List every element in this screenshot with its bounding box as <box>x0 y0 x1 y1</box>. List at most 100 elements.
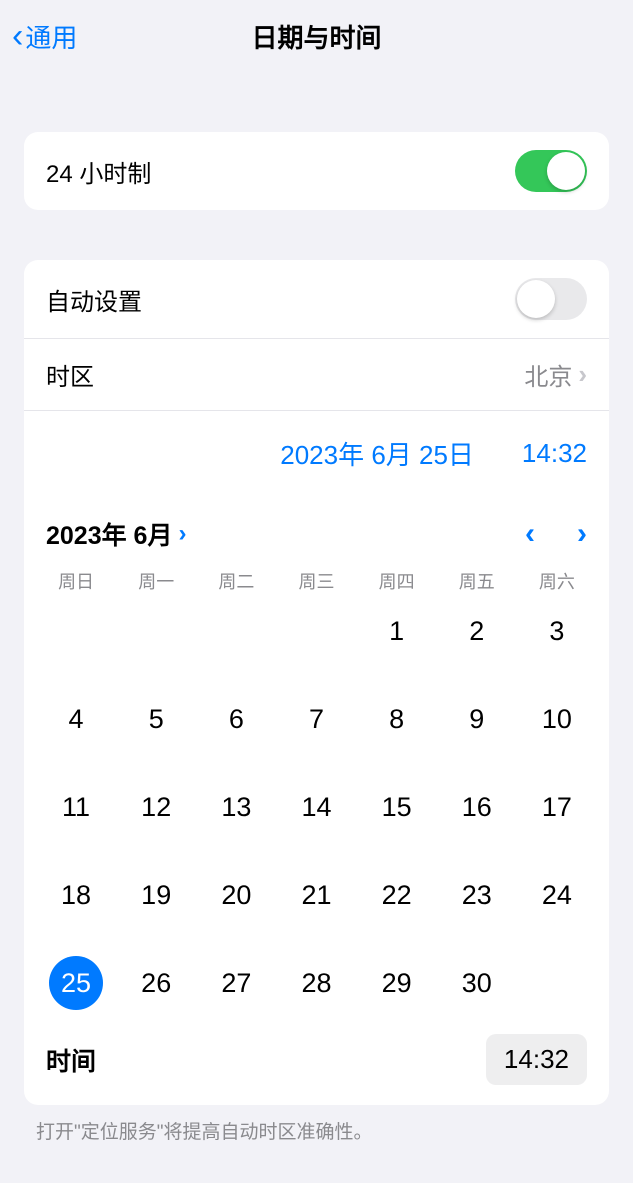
day-number: 9 <box>450 692 504 746</box>
day-number: 30 <box>450 956 504 1010</box>
day-25[interactable]: 25 <box>36 954 116 1012</box>
auto-set-label: 自动设置 <box>46 282 142 317</box>
day-number: 15 <box>370 780 424 834</box>
day-number: 27 <box>209 956 263 1010</box>
day-1[interactable]: 1 <box>357 602 437 660</box>
weekday-3: 周三 <box>276 568 356 594</box>
timezone-row[interactable]: 时区 北京 › <box>24 338 609 410</box>
day-26[interactable]: 26 <box>116 954 196 1012</box>
chevron-right-icon: › <box>178 520 186 548</box>
day-7[interactable]: 7 <box>276 690 356 748</box>
weekday-2: 周二 <box>196 568 276 594</box>
day-number: 6 <box>209 692 263 746</box>
day-number: 3 <box>530 604 584 658</box>
time-label: 时间 <box>46 1042 96 1078</box>
day-19[interactable]: 19 <box>116 866 196 924</box>
day-number: 13 <box>209 780 263 834</box>
empty-cell <box>276 602 356 660</box>
day-number: 5 <box>129 692 183 746</box>
twenty-four-hour-toggle[interactable] <box>515 150 587 192</box>
weekday-1: 周一 <box>116 568 196 594</box>
day-number: 26 <box>129 956 183 1010</box>
datetime-summary-row: 2023年 6月 25日 14:32 <box>24 410 609 496</box>
day-27[interactable]: 27 <box>196 954 276 1012</box>
weekday-6: 周六 <box>517 568 597 594</box>
day-number: 21 <box>289 868 343 922</box>
day-12[interactable]: 12 <box>116 778 196 836</box>
prev-month-button[interactable]: ‹ <box>525 517 535 551</box>
month-label: 2023年 6月 <box>46 516 172 552</box>
back-button[interactable]: ‹ 通用 <box>0 17 77 56</box>
time-picker[interactable]: 14:32 <box>486 1034 587 1085</box>
day-4[interactable]: 4 <box>36 690 116 748</box>
day-9[interactable]: 9 <box>437 690 517 748</box>
day-29[interactable]: 29 <box>357 954 437 1012</box>
chevron-right-icon: › <box>578 359 587 390</box>
weekday-5: 周五 <box>437 568 517 594</box>
day-number: 14 <box>289 780 343 834</box>
day-6[interactable]: 6 <box>196 690 276 748</box>
weekday-4: 周四 <box>357 568 437 594</box>
day-number: 19 <box>129 868 183 922</box>
day-number: 7 <box>289 692 343 746</box>
day-8[interactable]: 8 <box>357 690 437 748</box>
day-17[interactable]: 17 <box>517 778 597 836</box>
day-16[interactable]: 16 <box>437 778 517 836</box>
auto-set-toggle[interactable] <box>515 278 587 320</box>
day-23[interactable]: 23 <box>437 866 517 924</box>
empty-cell <box>196 602 276 660</box>
twenty-four-hour-row: 24 小时制 <box>24 132 609 210</box>
weekday-0: 周日 <box>36 568 116 594</box>
chevron-left-icon: ‹ <box>12 17 23 56</box>
day-number: 20 <box>209 868 263 922</box>
page-title: 日期与时间 <box>0 18 633 55</box>
selected-time[interactable]: 14:32 <box>522 438 587 469</box>
empty-cell <box>36 602 116 660</box>
day-10[interactable]: 10 <box>517 690 597 748</box>
twenty-four-hour-label: 24 小时制 <box>46 154 151 189</box>
day-number: 10 <box>530 692 584 746</box>
toggle-knob <box>517 280 555 318</box>
day-11[interactable]: 11 <box>36 778 116 836</box>
back-label: 通用 <box>25 18 77 55</box>
empty-cell <box>116 602 196 660</box>
day-14[interactable]: 14 <box>276 778 356 836</box>
day-5[interactable]: 5 <box>116 690 196 748</box>
day-22[interactable]: 22 <box>357 866 437 924</box>
day-number: 24 <box>530 868 584 922</box>
day-number: 1 <box>370 604 424 658</box>
day-2[interactable]: 2 <box>437 602 517 660</box>
day-number: 12 <box>129 780 183 834</box>
day-number: 28 <box>289 956 343 1010</box>
day-number: 4 <box>49 692 103 746</box>
day-15[interactable]: 15 <box>357 778 437 836</box>
weekday-row: 周日周一周二周三周四周五周六 <box>24 560 609 598</box>
day-number: 11 <box>49 780 103 834</box>
timezone-label: 时区 <box>46 357 94 392</box>
timezone-value: 北京 <box>524 357 572 392</box>
day-30[interactable]: 30 <box>437 954 517 1012</box>
day-3[interactable]: 3 <box>517 602 597 660</box>
day-number: 29 <box>370 956 424 1010</box>
day-number: 8 <box>370 692 424 746</box>
day-20[interactable]: 20 <box>196 866 276 924</box>
selected-date[interactable]: 2023年 6月 25日 <box>280 435 474 472</box>
day-24[interactable]: 24 <box>517 866 597 924</box>
auto-set-row: 自动设置 <box>24 260 609 338</box>
time-value: 14:32 <box>504 1044 569 1074</box>
next-month-button[interactable]: › <box>577 517 587 551</box>
day-28[interactable]: 28 <box>276 954 356 1012</box>
day-number: 25 <box>49 956 103 1010</box>
day-number: 17 <box>530 780 584 834</box>
day-number: 16 <box>450 780 504 834</box>
day-number: 18 <box>49 868 103 922</box>
day-18[interactable]: 18 <box>36 866 116 924</box>
day-number: 22 <box>370 868 424 922</box>
day-number: 2 <box>450 604 504 658</box>
time-row: 时间 14:32 <box>24 1020 609 1105</box>
day-21[interactable]: 21 <box>276 866 356 924</box>
day-13[interactable]: 13 <box>196 778 276 836</box>
calendar-grid: 1234567891011121314151617181920212223242… <box>24 598 609 1020</box>
month-picker[interactable]: 2023年 6月 › <box>46 516 186 552</box>
day-number: 23 <box>450 868 504 922</box>
